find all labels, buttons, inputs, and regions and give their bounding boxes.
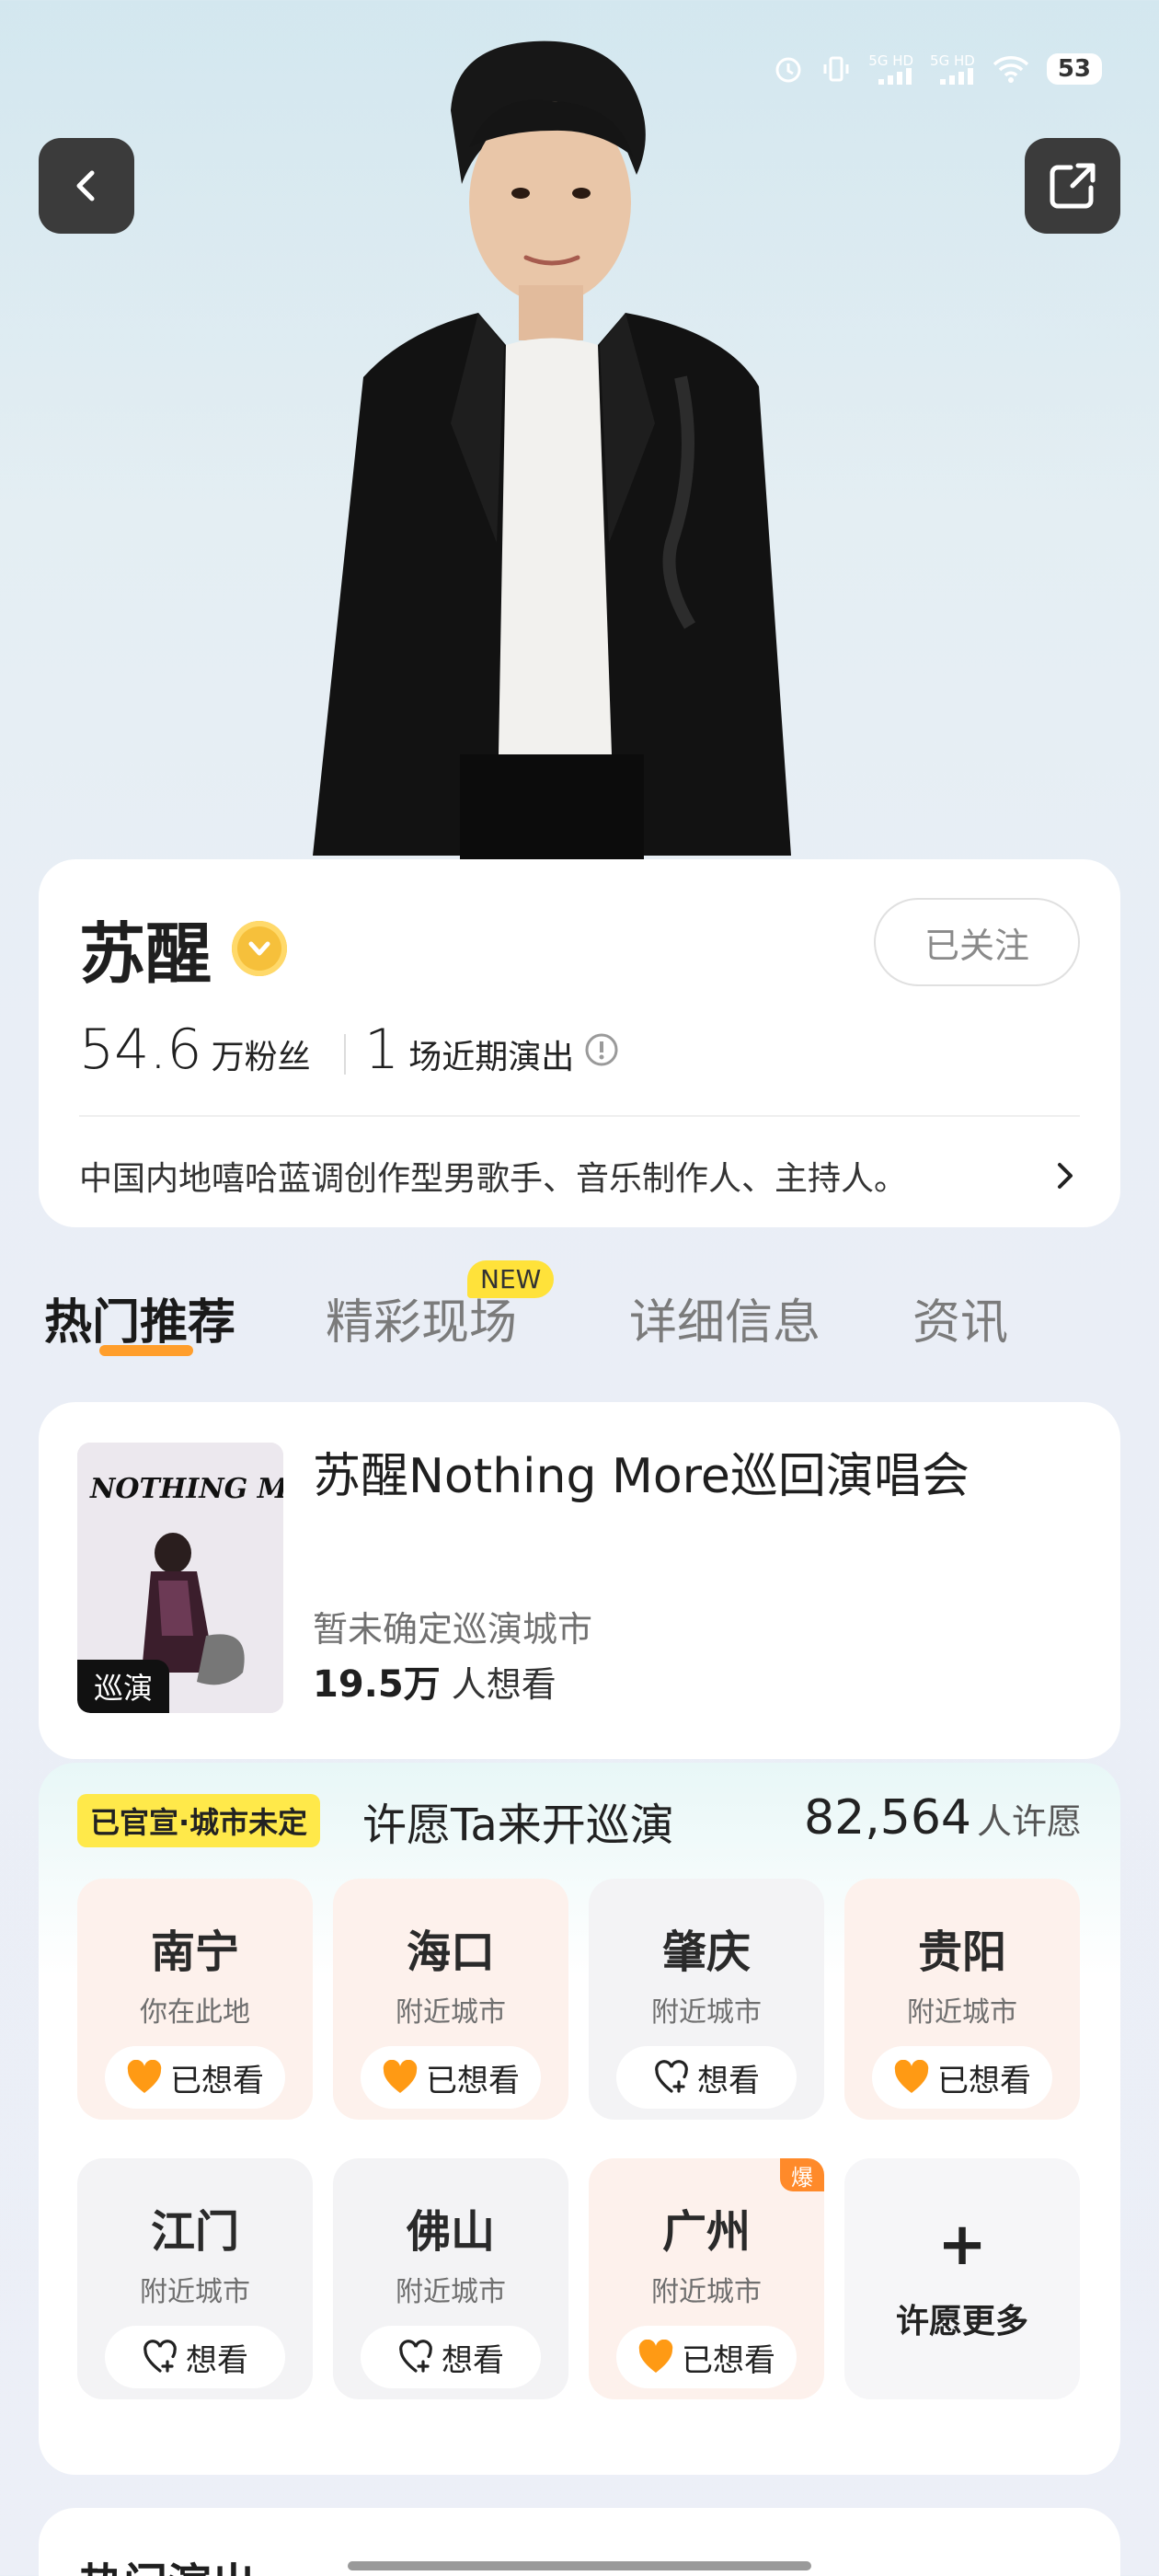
shows-count: 1 [364,1018,400,1082]
wish-count-label: 人许愿 [976,1801,1082,1842]
tab-news[interactable]: 资讯 [912,1283,1008,1352]
want-toggle-button[interactable]: 已想看 [361,2046,541,2109]
wish-count: 82,564 [804,1790,971,1846]
city-name: 佛山 [406,2206,495,2258]
want-toggle-button[interactable]: 想看 [616,2046,797,2109]
tab-details[interactable]: 详细信息 [629,1283,820,1352]
share-button[interactable] [1025,138,1120,234]
wifi-icon [992,53,1030,85]
fans-count: 54.6 [79,1018,202,1082]
heart-filled-icon [127,2060,162,2093]
announced-tag: 已官宣·城市未定 [77,1794,321,1847]
heart-filled-icon [383,2060,418,2093]
hot-badge: 爆 [780,2158,824,2191]
active-tab-indicator [99,1345,193,1356]
home-indicator[interactable] [348,2561,811,2570]
plus-icon: + [937,2211,987,2279]
tour-poster[interactable]: NOTHING MORE 巡演 [77,1443,283,1713]
status-bar: 5G HD 5G HD 53 [773,46,1102,92]
city-sub: 附近城市 [651,2276,762,2308]
share-icon [1050,163,1096,209]
follow-button[interactable]: 已关注 [874,898,1080,986]
city-card-nanning[interactable]: 南宁 你在此地 已想看 [77,1879,313,2120]
heart-filled-icon [638,2340,673,2373]
poster-title-text: NOTHING MORE [89,1473,283,1505]
battery-indicator: 53 [1046,53,1102,85]
city-sub: 你在此地 [140,1996,250,2029]
upcoming-shows[interactable]: 1 场近期演出 [364,1018,620,1082]
chevron-left-icon [76,170,95,201]
bio-row[interactable]: 中国内地嘻哈蓝调创作型男歌手、音乐制作人、主持人。 [79,1152,1080,1200]
city-card-guangzhou[interactable]: 爆 广州 附近城市 已想看 [589,2158,824,2399]
artist-name: 苏醒 [79,915,212,993]
section-title: 热门演出 [79,2548,256,2576]
back-button[interactable] [39,138,134,234]
city-name: 江门 [150,2206,239,2258]
city-sub: 附近城市 [396,2276,506,2308]
verified-badge-icon [232,920,288,976]
city-card-guiyang[interactable]: 贵阳 附近城市 已想看 [844,1879,1080,2120]
fans-label: 万粉丝 [211,1039,311,1076]
heart-add-icon [143,2340,177,2373]
want-toggle-button[interactable]: 已想看 [616,2326,797,2388]
want-count: 19.5万 [313,1663,441,1706]
want-label: 人想看 [451,1664,557,1705]
vibrate-icon [820,53,852,85]
signal-icon-1: 5G HD [868,53,913,85]
city-name: 广州 [661,2206,751,2258]
artist-photo [313,40,791,865]
info-icon[interactable] [583,1031,620,1068]
new-badge: NEW [467,1260,555,1298]
city-card-foshan[interactable]: 佛山 附近城市 想看 [333,2158,568,2399]
city-card-jiangmen[interactable]: 江门 附近城市 想看 [77,2158,313,2399]
city-sub: 附近城市 [396,1996,506,2029]
stat-divider [344,1034,346,1075]
wish-count-row: 82,564 人许愿 [804,1790,1082,1846]
city-card-haikou[interactable]: 海口 附近城市 已想看 [333,1879,568,2120]
shows-label: 场近期演出 [408,1039,575,1076]
city-sub: 附近城市 [651,1996,762,2029]
show-title[interactable]: 苏醒Nothing More巡回演唱会 [313,1437,970,1506]
city-card-zhaoqing[interactable]: 肇庆 附近城市 想看 [589,1879,824,2120]
tab-hot-recommend[interactable]: 热门推荐 [44,1283,235,1352]
want-toggle-button[interactable]: 想看 [105,2326,285,2388]
wish-title: 许愿Ta来开巡演 [362,1800,674,1851]
want-toggle-button[interactable]: 已想看 [872,2046,1052,2109]
city-name: 南宁 [150,1926,239,1978]
wish-more-label: 许愿更多 [895,2303,1028,2340]
want-toggle-button[interactable]: 已想看 [105,2046,285,2109]
city-sub: 附近城市 [140,2276,250,2308]
show-city-status: 暂未确定巡演城市 [313,1609,593,1650]
wish-more-button[interactable]: + 许愿更多 [844,2158,1080,2399]
city-name: 肇庆 [661,1926,751,1978]
artist-bio: 中国内地嘻哈蓝调创作型男歌手、音乐制作人、主持人。 [79,1160,908,1198]
want-toggle-button[interactable]: 想看 [361,2326,541,2388]
artist-profile-card: 苏醒 已关注 54.6 万粉丝 1 场近期演出 中国内地嘻哈蓝调创作型男歌手、音… [39,859,1120,1227]
want-count-row: 19.5万 人想看 [313,1654,557,1708]
heart-add-icon [655,2060,688,2093]
card-divider [79,1115,1080,1117]
city-name: 贵阳 [917,1926,1006,1978]
city-name: 海口 [406,1926,495,1978]
city-sub: 附近城市 [907,1996,1017,2029]
tour-tag: 巡演 [77,1660,170,1713]
chevron-right-icon [1058,1163,1073,1189]
heart-filled-icon [894,2060,929,2093]
heart-add-icon [399,2340,432,2373]
signal-icon-2: 5G HD [930,53,975,85]
